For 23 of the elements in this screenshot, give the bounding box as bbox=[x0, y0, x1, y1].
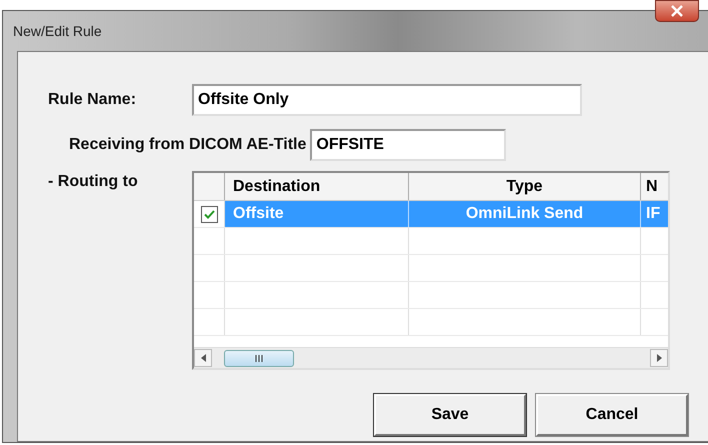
dialog-button[interactable]: Save bbox=[374, 394, 526, 436]
scroll-right-icon[interactable] bbox=[656, 354, 662, 362]
table-cell: Offsite bbox=[225, 201, 409, 227]
table-cell: OmniLink Send bbox=[409, 201, 641, 227]
horizontal-scrollbar[interactable] bbox=[194, 347, 668, 368]
routing-label: - Routing to bbox=[48, 172, 139, 191]
ae-title-field[interactable]: OFFSITE bbox=[310, 129, 506, 161]
rule-name-label: Rule Name: bbox=[48, 91, 138, 109]
dialog-button[interactable]: Cancel bbox=[536, 394, 688, 436]
column-header[interactable]: Destination bbox=[225, 173, 409, 200]
check-icon bbox=[204, 210, 214, 218]
grip-icon bbox=[255, 354, 263, 362]
rule-name-field[interactable]: Offsite Only bbox=[192, 84, 582, 116]
close-icon bbox=[670, 5, 684, 17]
column-header[interactable]: Type bbox=[409, 173, 641, 200]
scroll-left-icon[interactable] bbox=[200, 354, 206, 362]
window-title: New/Edit Rule bbox=[13, 23, 102, 39]
ae-title-label: Receiving from DICOM AE-Title bbox=[69, 136, 306, 154]
scrollbar-thumb[interactable] bbox=[224, 350, 294, 366]
close-button[interactable] bbox=[655, 0, 699, 22]
checkbox[interactable] bbox=[200, 206, 218, 222]
column-header[interactable]: N bbox=[641, 173, 668, 200]
table-cell: IF bbox=[641, 201, 668, 227]
